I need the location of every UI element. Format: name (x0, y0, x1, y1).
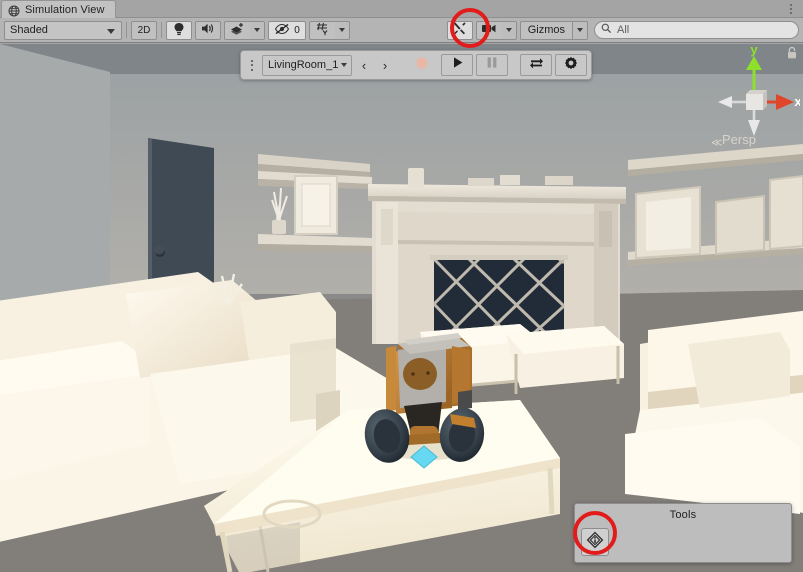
gizmos-label: Gizmos (527, 24, 565, 36)
play-icon (451, 56, 464, 74)
toolbar-separator (126, 22, 127, 38)
toggle-lighting-button[interactable] (166, 20, 192, 40)
gear-icon (564, 56, 578, 75)
chevron-down-icon (339, 28, 345, 32)
record-icon (415, 56, 429, 75)
camera-group (475, 20, 517, 40)
next-scene-button[interactable]: › (376, 54, 394, 76)
hidden-objects-count: 0 (294, 24, 300, 36)
tab-simulation-view[interactable]: Simulation View (1, 0, 116, 18)
scene-toolbar: Shaded 2D 0 Gizmos All (0, 18, 803, 43)
scene-visibility-dropdown-button[interactable] (335, 20, 350, 40)
gizmos-button[interactable]: Gizmos (519, 20, 573, 40)
drag-handle-dots-icon[interactable] (245, 54, 259, 76)
gizmos-dropdown-button[interactable] (573, 20, 588, 40)
wrench-screwdriver-icon (452, 21, 467, 39)
tools-panel-button[interactable] (581, 528, 609, 556)
overlay-settings-button[interactable] (555, 54, 587, 76)
chevron-down-icon (107, 28, 115, 34)
toggle-2d-button[interactable]: 2D (131, 20, 157, 40)
simulation-play-overlay: LivingRoom_1 ‹ › (240, 50, 592, 80)
lightbulb-icon (173, 22, 185, 39)
next-arrow-label: › (382, 57, 388, 73)
persp-label: Persp (722, 132, 756, 147)
toolbar-tools-button[interactable] (446, 20, 473, 40)
camera-dropdown-button[interactable] (501, 20, 517, 40)
record-button[interactable] (406, 54, 438, 76)
pause-icon (486, 56, 498, 74)
living-room-3d-viewport[interactable] (0, 44, 803, 572)
effects-group (224, 20, 265, 40)
chevron-down-icon (254, 28, 260, 32)
scene-select-dropdown[interactable]: LivingRoom_1 (262, 54, 352, 76)
gizmos-group: Gizmos (519, 20, 588, 40)
two-d-label: 2D (137, 24, 151, 36)
diamond-info-icon (586, 531, 604, 554)
search-input[interactable]: All (594, 21, 799, 39)
chevron-down-icon (577, 28, 583, 32)
scene-visibility-group (309, 20, 350, 40)
tools-panel: Tools (574, 503, 792, 563)
toolbar-separator (161, 22, 162, 38)
effects-dropdown-button[interactable] (250, 20, 265, 40)
grid-visibility-icon (315, 22, 330, 39)
effects-icon (230, 22, 245, 39)
draw-mode-dropdown[interactable]: Shaded (4, 20, 122, 40)
speaker-icon (201, 22, 216, 38)
loop-button[interactable] (520, 54, 552, 76)
scene-select-value: LivingRoom_1 (268, 59, 338, 71)
persp-arrow-icon: ≪ (711, 137, 723, 149)
kebab-menu-icon[interactable] (785, 3, 797, 15)
chevron-down-icon (341, 63, 347, 67)
previous-scene-button[interactable]: ‹ (355, 54, 373, 76)
simulation-view-window: Simulation View Shaded 2D 0 Gizmos All y… (0, 0, 803, 572)
tools-panel-title: Tools (669, 509, 697, 521)
pause-button[interactable] (476, 54, 508, 76)
toggle-effects-button[interactable] (224, 20, 250, 40)
draw-mode-label: Shaded (10, 24, 48, 36)
prev-arrow-label: ‹ (361, 57, 367, 73)
search-value: All (617, 24, 630, 36)
scene-visibility-toggle-button[interactable]: 0 (268, 20, 306, 40)
scene-camera-button[interactable] (475, 20, 502, 40)
tab-label: Simulation View (25, 3, 105, 16)
search-icon (601, 21, 612, 39)
camera-icon (481, 23, 497, 37)
scene-visibility-grid-button[interactable] (309, 20, 335, 40)
chevron-down-icon (505, 28, 512, 32)
toggle-audio-button[interactable] (195, 20, 221, 40)
play-button[interactable] (441, 54, 473, 76)
window-tab-bar: Simulation View (0, 0, 803, 18)
globe-icon (8, 4, 20, 16)
eye-slash-icon (274, 23, 290, 38)
loop-icon (529, 56, 544, 74)
